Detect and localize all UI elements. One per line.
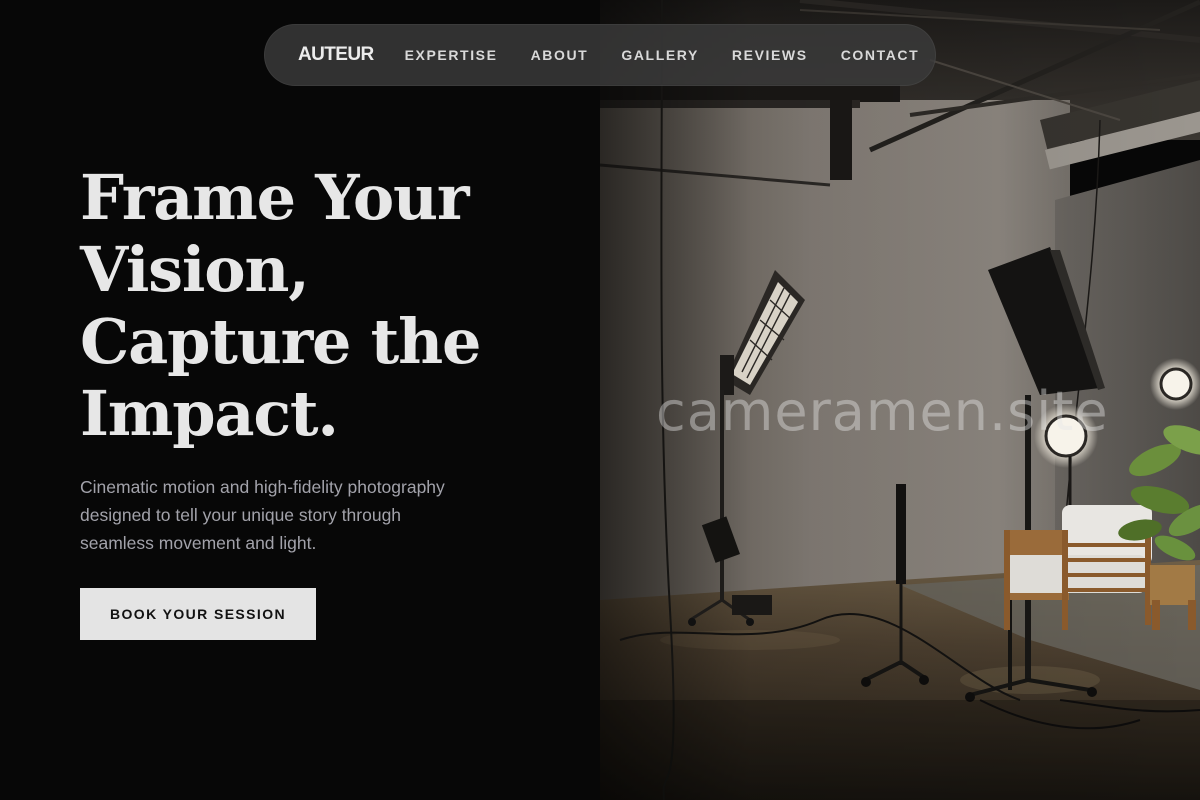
hero-title-line: Vision,	[80, 233, 310, 306]
hero-subtitle-line: Cinematic motion and high-fidelity photo…	[80, 477, 445, 497]
top-nav: AUTEUR EXPERTISE ABOUT GALLERY REVIEWS C…	[264, 24, 936, 86]
nav-link-gallery[interactable]: GALLERY	[621, 47, 699, 63]
hero-subtitle: Cinematic motion and high-fidelity photo…	[80, 473, 520, 557]
watermark-text: cameramen.site	[656, 380, 1109, 443]
landing-page: AUTEUR EXPERTISE ABOUT GALLERY REVIEWS C…	[0, 0, 1200, 800]
nav-link-reviews[interactable]: REVIEWS	[732, 47, 808, 63]
nav-link-contact[interactable]: CONTACT	[841, 47, 920, 63]
hero-subtitle-line: designed to tell your unique story throu…	[80, 505, 402, 525]
nav-link-expertise[interactable]: EXPERTISE	[405, 47, 498, 63]
hero-title-line: Capture the	[80, 305, 481, 378]
hero-subtitle-line: seamless movement and light.	[80, 533, 317, 553]
hero-title-line: Frame Your	[80, 161, 470, 234]
brand-logo[interactable]: AUTEUR	[298, 44, 374, 66]
hero-title: Frame Your Vision, Capture the Impact.	[80, 162, 580, 450]
hero-title-line: Impact.	[80, 377, 339, 450]
book-session-button[interactable]: BOOK YOUR SESSION	[80, 588, 316, 640]
nav-link-about[interactable]: ABOUT	[531, 47, 589, 63]
